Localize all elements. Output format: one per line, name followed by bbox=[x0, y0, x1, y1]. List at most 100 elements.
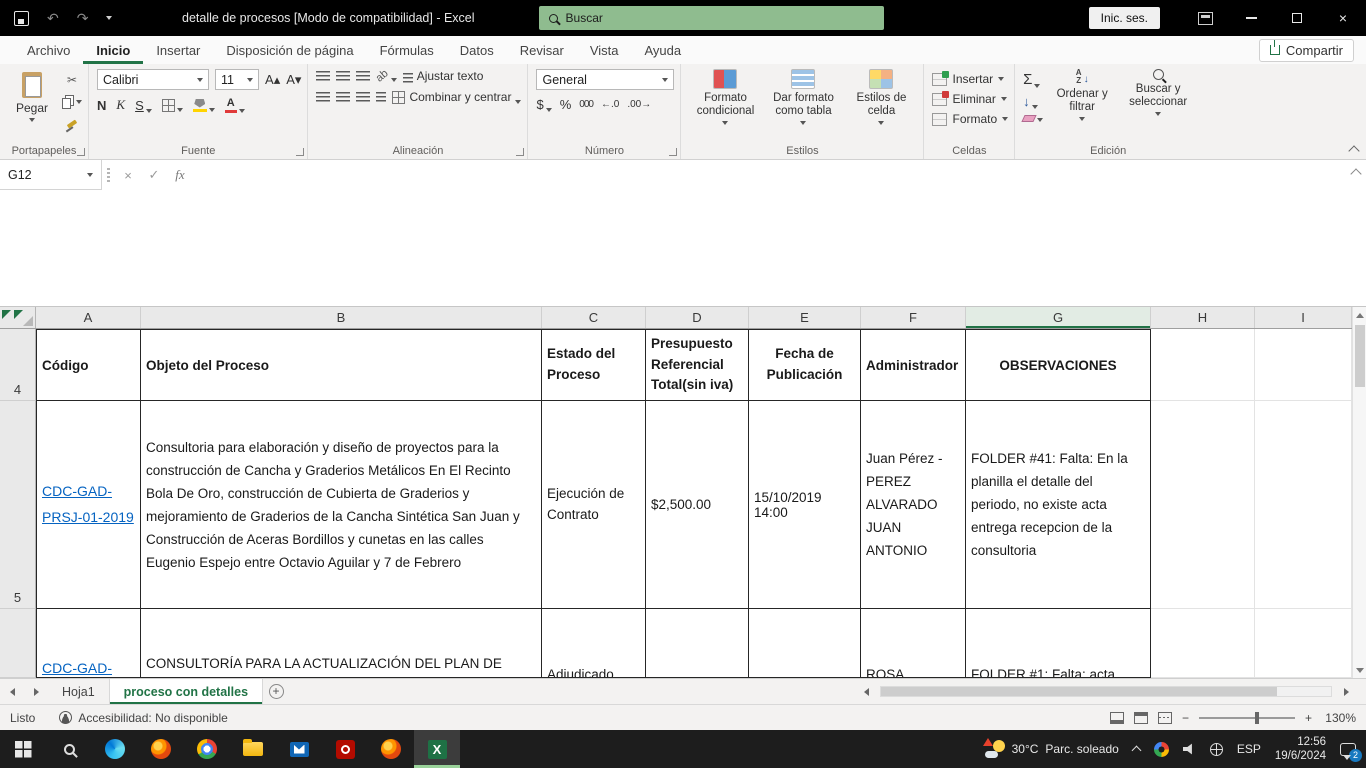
col-header-G[interactable]: G bbox=[966, 307, 1151, 328]
autosum-button[interactable]: Σ bbox=[1023, 71, 1043, 88]
sheet-tab-hoja1[interactable]: Hoja1 bbox=[48, 679, 110, 704]
cell-F4[interactable]: Administrador bbox=[861, 329, 966, 401]
start-button[interactable] bbox=[0, 730, 46, 768]
select-all-corner[interactable] bbox=[0, 307, 36, 328]
ribbon-tab-datos[interactable]: Datos bbox=[447, 36, 507, 64]
cell-B6[interactable]: CONSULTORÍA PARA LA ACTUALIZACIÓN DEL PL… bbox=[141, 609, 542, 678]
col-header-D[interactable]: D bbox=[646, 307, 749, 328]
cell-H6[interactable] bbox=[1151, 609, 1255, 678]
col-header-C[interactable]: C bbox=[542, 307, 646, 328]
name-box-resize-handle[interactable] bbox=[107, 168, 110, 182]
taskbar-explorer-button[interactable] bbox=[230, 730, 276, 768]
row-header-6[interactable] bbox=[0, 609, 36, 678]
zoom-in-button[interactable]: + bbox=[1305, 711, 1312, 725]
alignment-dialog-launcher-icon[interactable] bbox=[516, 148, 524, 156]
ribbon-tab-disposicion[interactable]: Disposición de página bbox=[213, 36, 366, 64]
shrink-font-button[interactable]: A▾ bbox=[286, 72, 301, 88]
zoom-slider-thumb[interactable] bbox=[1255, 712, 1259, 724]
cell-I5[interactable] bbox=[1255, 401, 1352, 609]
insert-function-icon[interactable]: fx bbox=[167, 160, 193, 190]
clipboard-dialog-launcher-icon[interactable] bbox=[77, 148, 85, 156]
zoom-level[interactable]: 130% bbox=[1322, 711, 1356, 725]
cell-A6[interactable]: CDC-GAD- bbox=[36, 609, 141, 678]
row-header-4[interactable]: 4 bbox=[0, 329, 36, 401]
font-color-button[interactable]: A bbox=[225, 97, 245, 113]
taskbar-edge-button[interactable] bbox=[92, 730, 138, 768]
row-header-5[interactable]: 5 bbox=[0, 401, 36, 609]
increase-decimal-button[interactable]: ←.0 bbox=[601, 99, 619, 110]
format-painter-button[interactable] bbox=[62, 115, 82, 132]
borders-button[interactable] bbox=[162, 99, 183, 112]
sheet-tab-proceso-con-detalles[interactable]: proceso con detalles bbox=[110, 679, 263, 704]
cell-I6[interactable] bbox=[1255, 609, 1352, 678]
search-box[interactable]: Buscar bbox=[539, 6, 884, 30]
cell-D6[interactable] bbox=[646, 609, 749, 678]
ribbon-tab-revisar[interactable]: Revisar bbox=[507, 36, 577, 64]
ribbon-tab-vista[interactable]: Vista bbox=[577, 36, 632, 64]
cell-F5[interactable]: Juan Pérez - PEREZ ALVARADO JUAN ANTONIO bbox=[861, 401, 966, 609]
grow-font-button[interactable]: A▴ bbox=[265, 72, 280, 88]
vertical-scrollbar[interactable] bbox=[1352, 307, 1366, 678]
font-dialog-launcher-icon[interactable] bbox=[296, 148, 304, 156]
underline-button[interactable]: S bbox=[135, 98, 152, 113]
scroll-down-icon[interactable] bbox=[1353, 662, 1366, 678]
save-icon[interactable] bbox=[14, 11, 29, 26]
cell-D4[interactable]: Presupuesto Referencial Total(sin iva) bbox=[646, 329, 749, 401]
col-header-E[interactable]: E bbox=[749, 307, 861, 328]
horizontal-scroll-thumb[interactable] bbox=[881, 687, 1277, 696]
cell-C4[interactable]: Estado del Proceso bbox=[542, 329, 646, 401]
col-header-F[interactable]: F bbox=[861, 307, 966, 328]
cell-E4[interactable]: Fecha de Publicación bbox=[749, 329, 861, 401]
view-normal-icon[interactable] bbox=[1110, 712, 1124, 724]
collapse-ribbon-icon[interactable] bbox=[1348, 145, 1359, 156]
name-box-dropdown-icon[interactable] bbox=[87, 173, 93, 177]
taskbar-firefox2-button[interactable] bbox=[368, 730, 414, 768]
comma-style-button[interactable]: 000 bbox=[579, 99, 593, 110]
font-size-select[interactable]: 11 bbox=[215, 69, 259, 90]
cell-B4[interactable]: Objeto del Proceso bbox=[141, 329, 542, 401]
cell-C6[interactable]: Adjudicado bbox=[542, 609, 646, 678]
col-header-A[interactable]: A bbox=[36, 307, 141, 328]
decrease-indent-icon[interactable] bbox=[376, 92, 386, 102]
align-right-icon[interactable] bbox=[356, 92, 370, 102]
cell-A5[interactable]: CDC-GAD-PRSJ-01-2019 bbox=[36, 401, 141, 609]
ribbon-tab-ayuda[interactable]: Ayuda bbox=[632, 36, 695, 64]
sort-filter-button[interactable]: AZ↓ Ordenar y filtrar bbox=[1049, 69, 1115, 143]
bold-button[interactable]: N bbox=[97, 98, 106, 113]
taskbar-acrobat-button[interactable] bbox=[322, 730, 368, 768]
number-dialog-launcher-icon[interactable] bbox=[669, 148, 677, 156]
paste-dropdown-icon[interactable] bbox=[29, 118, 35, 122]
italic-button[interactable]: K bbox=[116, 97, 125, 113]
zoom-out-button[interactable]: − bbox=[1182, 711, 1189, 725]
conditional-formatting-button[interactable]: Formato condicional bbox=[689, 69, 761, 143]
col-header-H[interactable]: H bbox=[1151, 307, 1255, 328]
align-left-icon[interactable] bbox=[316, 92, 330, 102]
merge-center-button[interactable]: Combinar y centrar bbox=[392, 90, 521, 104]
qat-customize-icon[interactable] bbox=[106, 16, 112, 20]
align-bottom-icon[interactable] bbox=[356, 71, 370, 81]
ribbon-tab-inicio[interactable]: Inicio bbox=[83, 36, 143, 64]
zoom-slider[interactable] bbox=[1199, 717, 1295, 719]
view-page-layout-icon[interactable] bbox=[1134, 712, 1148, 724]
taskbar-chrome-button[interactable] bbox=[184, 730, 230, 768]
undo-icon[interactable]: ↶ bbox=[47, 11, 59, 25]
percent-button[interactable]: % bbox=[560, 97, 572, 112]
wrap-text-button[interactable]: Ajustar texto bbox=[403, 69, 484, 83]
google-tray-icon[interactable] bbox=[1154, 742, 1169, 757]
weather-widget[interactable]: 30°C Parc. soleado bbox=[985, 740, 1119, 758]
redo-icon[interactable]: ↷ bbox=[77, 11, 89, 25]
language-indicator[interactable]: ESP bbox=[1237, 742, 1261, 756]
cell-G6[interactable]: FOLDER #1: Falta: acta bbox=[966, 609, 1151, 678]
cell-A4[interactable]: Código bbox=[36, 329, 141, 401]
fill-color-button[interactable] bbox=[193, 99, 215, 112]
close-button[interactable]: × bbox=[1320, 0, 1366, 36]
orientation-button[interactable]: ab bbox=[376, 70, 396, 82]
copy-button[interactable] bbox=[62, 93, 82, 110]
accessibility-status[interactable]: Accesibilidad: No disponible bbox=[59, 711, 227, 725]
cancel-icon[interactable]: × bbox=[115, 160, 141, 190]
col-header-I[interactable]: I bbox=[1255, 307, 1352, 328]
ribbon-tab-archivo[interactable]: Archivo bbox=[14, 36, 83, 64]
font-name-select[interactable]: Calibri bbox=[97, 69, 209, 90]
sheet-nav-next-icon[interactable] bbox=[24, 679, 48, 704]
cut-button[interactable]: ✂ bbox=[62, 71, 82, 88]
